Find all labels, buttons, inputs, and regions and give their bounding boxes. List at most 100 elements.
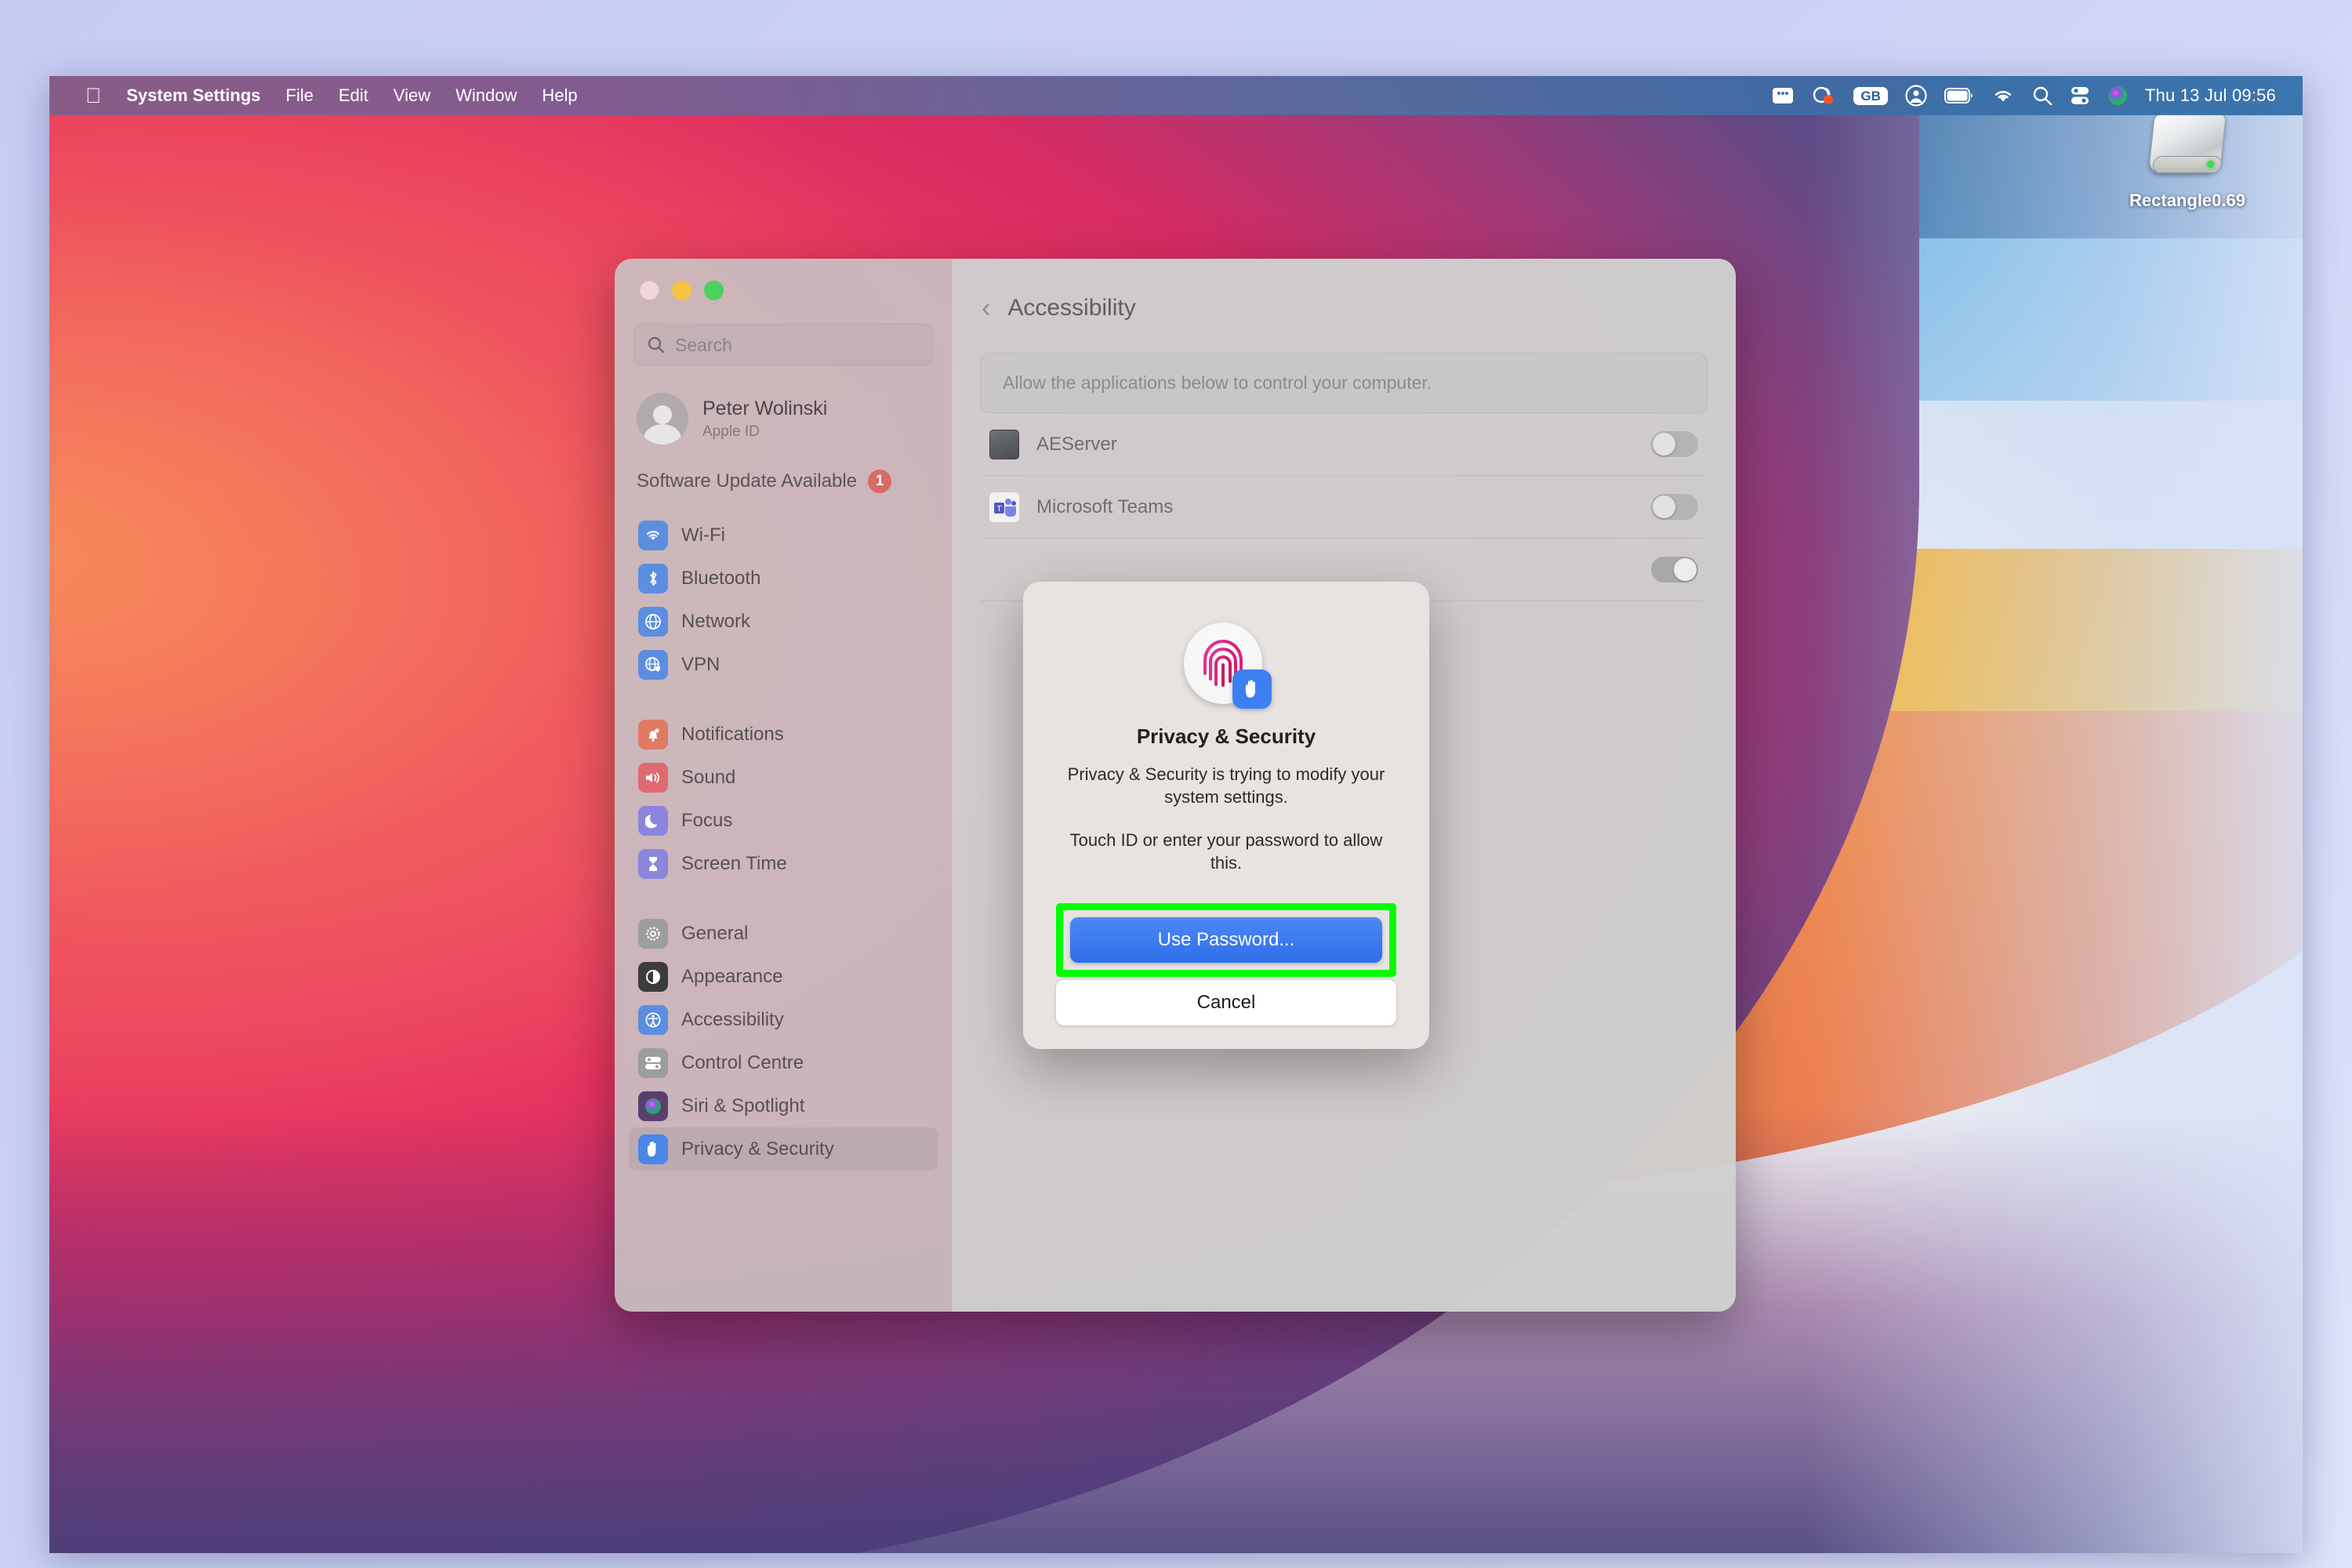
sidebar-item-label: Focus [681,809,733,831]
siri-icon[interactable] [2107,85,2128,106]
menu-bar-clock[interactable]: Thu 13 Jul 09:56 [2145,85,2276,106]
sidebar-item-control-centre[interactable]: Control Centre [629,1041,938,1084]
app-toggle[interactable] [1651,557,1698,583]
desktop-screen:  System Settings File Edit View Window … [49,76,2303,1553]
speaker-icon [638,762,668,793]
input-source-icon[interactable]: GB [1853,86,1888,105]
sidebar-group-general: General Appearance Accessibility Control… [629,912,938,1171]
battery-icon[interactable] [1944,88,1974,103]
menu-item-view[interactable]: View [381,76,443,115]
sidebar-item-accessibility[interactable]: Accessibility [629,998,938,1041]
software-update-label: Software Update Available [637,470,858,492]
gear-icon [638,918,668,949]
bluetooth-icon [638,563,668,593]
touch-id-fingerprint-icon [1184,622,1272,709]
menu-item-help[interactable]: Help [529,76,590,115]
detail-header: ‹ Accessibility [952,259,1736,321]
sidebar-item-network[interactable]: Network [629,600,938,643]
control-centre-icon [638,1047,668,1078]
sidebar-item-notifications[interactable]: Notifications [629,713,938,756]
apple-icon[interactable]:  [73,76,114,115]
search-icon[interactable] [2032,85,2053,106]
sidebar-item-vpn[interactable]: VPN [629,643,938,686]
wifi-icon [638,520,668,550]
accessibility-note: Allow the applications below to control … [980,353,1708,413]
avatar [637,393,688,445]
close-button[interactable] [640,281,659,300]
privacy-auth-dialog: Privacy & Security Privacy & Security is… [1023,582,1429,1049]
user-subtitle: Apple ID [702,423,760,441]
window-controls [629,259,938,300]
menu-item-window[interactable]: Window [443,76,529,115]
desktop-drive-item[interactable]: Rectangle0.69 [2113,109,2262,211]
table-row[interactable]: T Microsoft Teams [980,476,1708,539]
user-account-icon[interactable] [1905,85,1927,107]
dialog-message-primary: Privacy & Security is trying to modify y… [1067,764,1385,808]
aeserver-icon [989,429,1019,459]
sidebar-item-bluetooth[interactable]: Bluetooth [629,557,938,600]
bell-icon [638,719,668,750]
menu-bar:  System Settings File Edit View Window … [49,76,2303,115]
wifi-icon[interactable] [1991,87,2015,104]
dialog-buttons: Use Password... Cancel [1056,903,1396,1025]
sidebar-item-label: Bluetooth [681,567,761,589]
page-title: Accessibility [1007,295,1136,321]
vpn-globe-icon [638,649,668,680]
search-icon [648,336,665,354]
search-input[interactable]: Search [633,324,933,366]
sidebar-item-label: General [681,922,749,944]
globe-icon [638,606,668,637]
moon-icon [638,805,668,836]
software-update-row[interactable]: Software Update Available 1 [637,470,933,493]
app-name: Microsoft Teams [1036,495,1174,517]
sidebar-item-focus[interactable]: Focus [629,799,938,842]
apple-id-row[interactable]: Peter Wolinski Apple ID [637,393,933,445]
maximize-button[interactable] [704,281,724,300]
sidebar-item-label: VPN [681,653,720,675]
keyboard-viewer-icon[interactable] [1772,86,1794,105]
sidebar-item-siri-spotlight[interactable]: Siri & Spotlight [629,1084,938,1127]
search-placeholder: Search [675,334,732,355]
sidebar-item-label: Screen Time [681,852,787,874]
menu-item-file[interactable]: File [273,76,325,115]
sidebar-item-label: Notifications [681,723,784,745]
sidebar-item-screen-time[interactable]: Screen Time [629,842,938,885]
app-toggle[interactable] [1651,494,1698,520]
sidebar-item-appearance[interactable]: Appearance [629,955,938,998]
cancel-button[interactable]: Cancel [1056,980,1396,1025]
appearance-contrast-icon [638,961,668,992]
sidebar-item-privacy-security[interactable]: Privacy & Security [629,1127,938,1171]
app-list: AEServer T Microsoft Teams [980,413,1708,601]
menu-item-system-settings[interactable]: System Settings [114,76,273,115]
dialog-title: Privacy & Security [1136,724,1316,748]
update-badge: 1 [868,470,892,493]
use-password-button[interactable]: Use Password... [1070,917,1382,963]
table-row[interactable]: AEServer [980,413,1708,476]
sidebar-item-label: Sound [681,766,736,788]
sidebar-item-label: Network [681,610,751,632]
sidebar-item-label: Appearance [681,965,783,987]
menu-item-edit[interactable]: Edit [326,76,381,115]
highlight-annotation: Use Password... [1056,903,1396,977]
accessibility-icon [638,1004,668,1035]
sidebar-item-general[interactable]: General [629,912,938,955]
desktop-icon-label: Rectangle0.69 [2129,191,2245,210]
sidebar-group-system: Notifications Sound Focus Screen Time [629,713,938,885]
hourglass-icon [638,848,668,879]
control-centre-icon[interactable] [2070,85,2090,106]
app-icon [989,555,1019,585]
cloud-sync-icon[interactable] [1811,85,1836,106]
svg-text:T: T [996,505,1001,514]
app-name: AEServer [1036,433,1117,455]
sidebar-item-label: Wi-Fi [681,524,725,546]
sidebar-item-label: Privacy & Security [681,1138,834,1160]
hand-icon [638,1134,668,1164]
sidebar-item-sound[interactable]: Sound [629,756,938,799]
siri-icon [638,1091,668,1121]
chevron-left-icon[interactable]: ‹ [982,295,990,321]
sidebar-item-wi-fi[interactable]: Wi-Fi [629,514,938,557]
minimize-button[interactable] [672,281,691,300]
app-toggle[interactable] [1651,431,1698,457]
sidebar-group-network: Wi-Fi Bluetooth Network VPN [629,514,938,686]
sidebar: Search Peter Wolinski Apple ID Software … [615,259,952,1312]
